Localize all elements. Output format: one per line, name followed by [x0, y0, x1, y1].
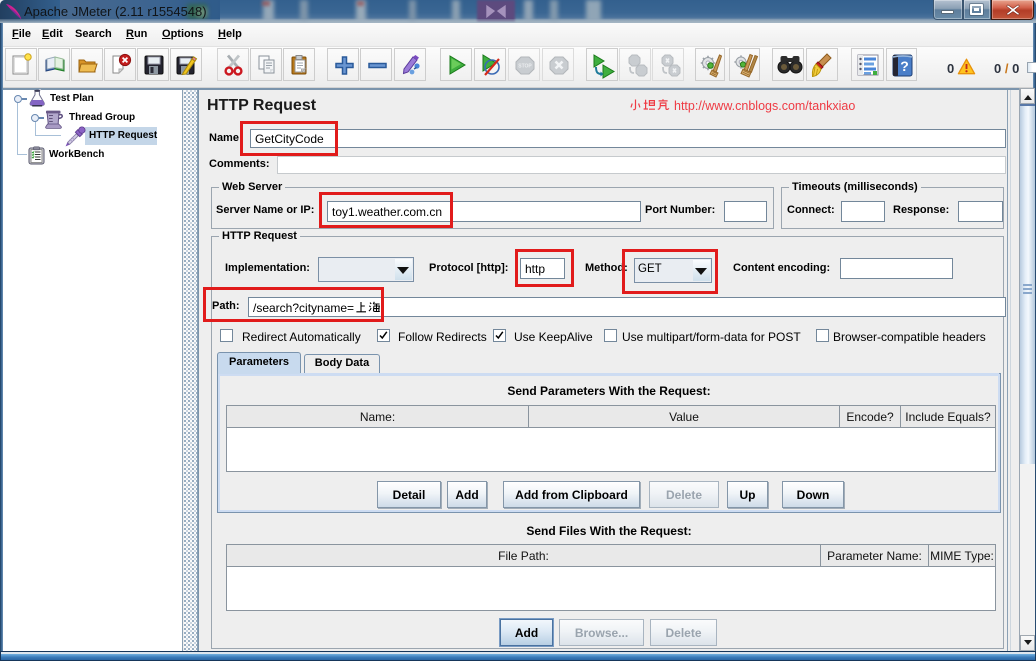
svg-text:STOP: STOP — [518, 64, 532, 70]
svg-text:?: ? — [900, 58, 909, 74]
